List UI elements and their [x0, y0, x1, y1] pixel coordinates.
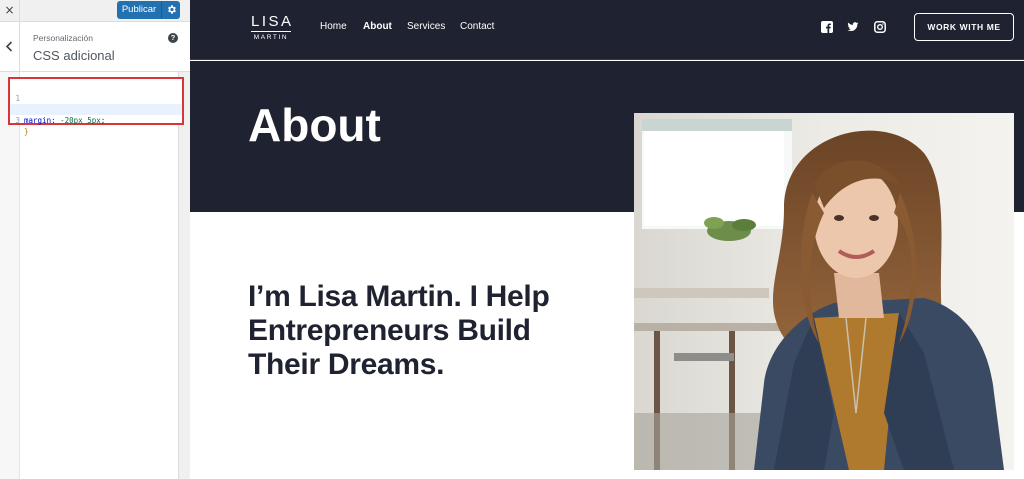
css-code-editor[interactable]: 1 img { 2 margin: -20px 5px; 3 } — [8, 77, 184, 136]
publish-settings-button[interactable] — [161, 1, 180, 19]
back-button[interactable] — [0, 22, 20, 72]
nav-contact[interactable]: Contact — [460, 21, 494, 32]
code-line-active: 3 } — [10, 104, 182, 136]
panel-title: CSS adicional — [33, 48, 115, 63]
twitter-icon[interactable] — [847, 21, 859, 33]
facebook-icon[interactable] — [821, 21, 833, 33]
customizer-topbar: × Publicar — [0, 0, 190, 22]
code-line: 2 margin: -20px 5px; — [15, 105, 106, 125]
nav-services[interactable]: Services — [407, 21, 445, 32]
nav-home[interactable]: Home — [320, 21, 347, 32]
gear-icon — [168, 5, 176, 14]
chevron-left-icon — [5, 41, 13, 52]
site-header: LISA MARTIN Home About Services Contact … — [190, 0, 1024, 60]
panel-header: Personalización CSS adicional ? — [0, 22, 190, 72]
breadcrumb: Personalización — [33, 33, 94, 43]
help-icon[interactable]: ? — [168, 33, 178, 43]
page-title: About — [248, 99, 381, 151]
intro-headline: I’m Lisa Martin. I Help Entrepreneurs Bu… — [248, 280, 550, 381]
close-customizer-button[interactable]: × — [0, 0, 20, 21]
site-logo[interactable]: LISA MARTIN — [251, 14, 291, 42]
site-preview: LISA MARTIN Home About Services Contact … — [190, 0, 1024, 479]
instagram-icon[interactable] — [874, 21, 886, 33]
customizer-sidebar: × Publicar Personalización CSS adicional… — [0, 0, 190, 479]
nav-about[interactable]: About — [363, 21, 392, 32]
portrait-photo — [634, 113, 1014, 470]
publish-button[interactable]: Publicar — [117, 1, 161, 19]
work-with-me-button[interactable]: WORK WITH ME — [914, 13, 1014, 41]
code-line: 1 img { — [15, 94, 46, 114]
sidebar-scrollbar[interactable] — [179, 72, 190, 479]
